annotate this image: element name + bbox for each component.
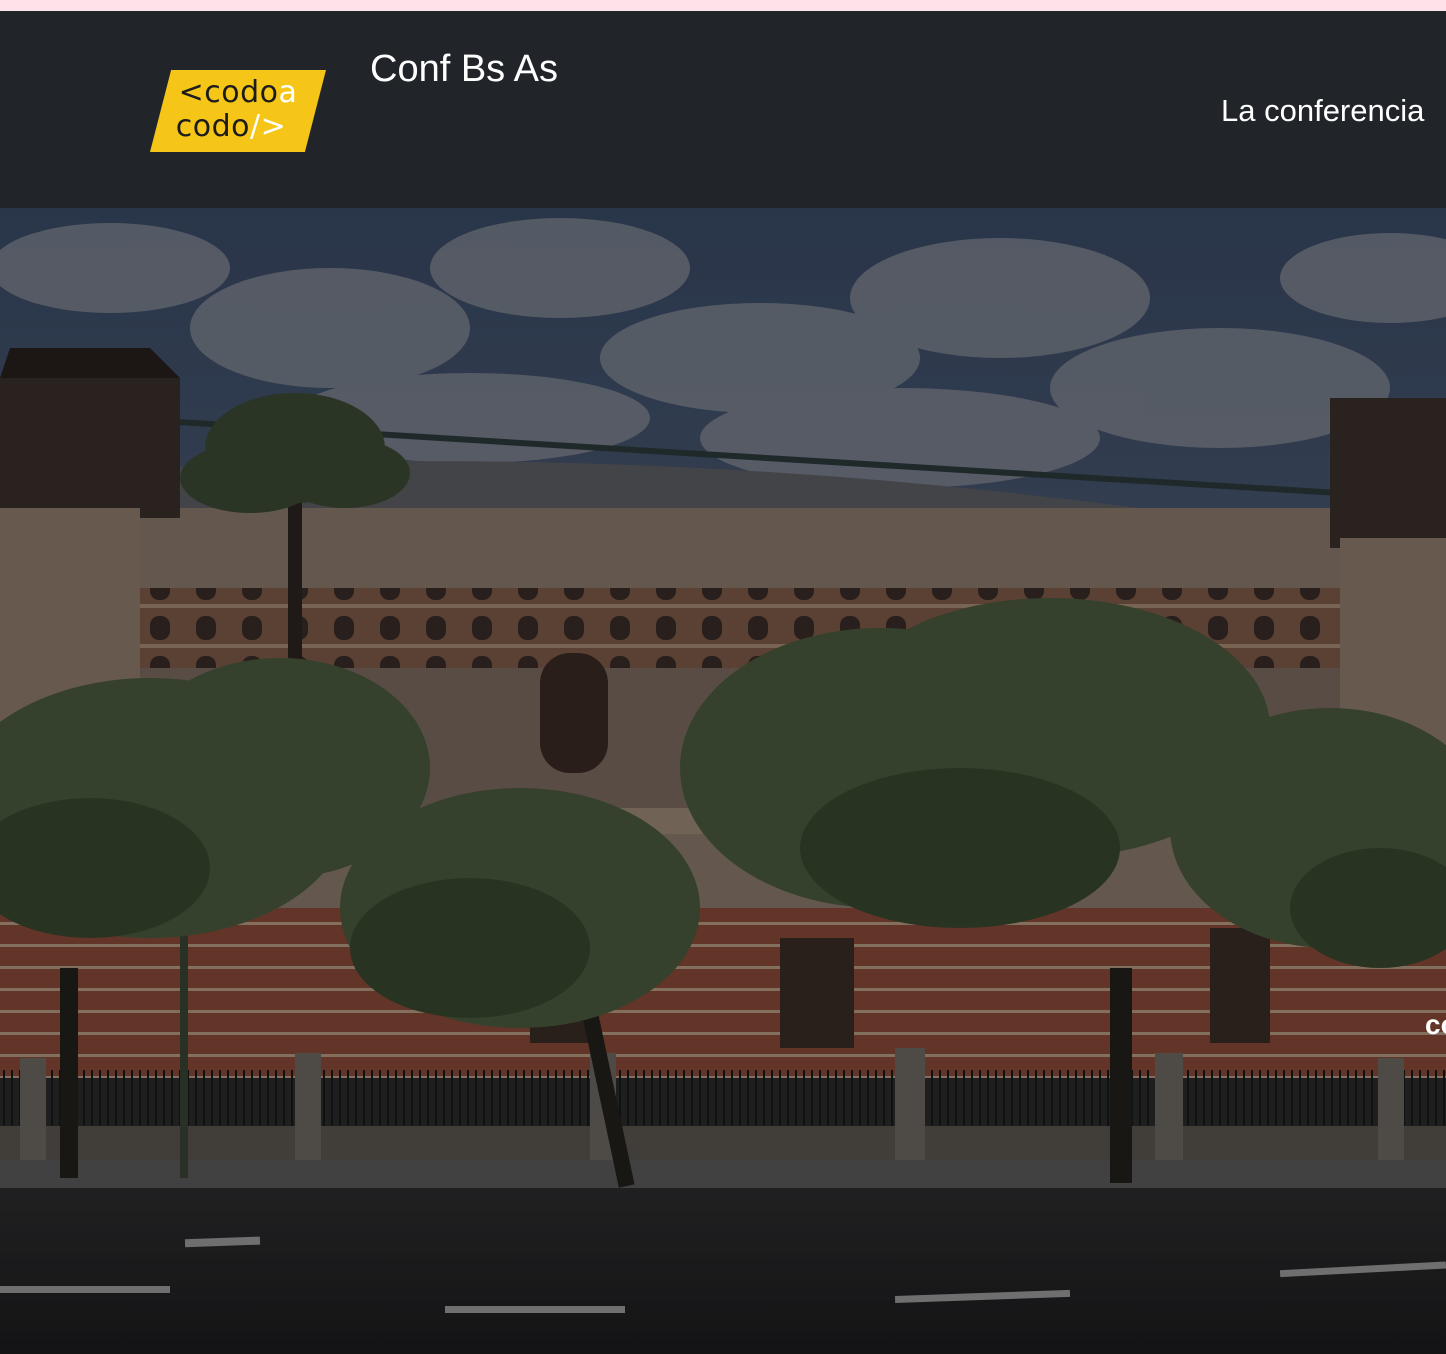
- logo-line-2: codo/>: [175, 109, 287, 144]
- navbar: <codoa codo/> Conf Bs As La conferencia: [0, 11, 1446, 208]
- page-top-strip: [0, 0, 1446, 11]
- brand-logo[interactable]: <codoa codo/>: [150, 70, 326, 152]
- nav-link-la-conferencia[interactable]: La conferencia: [1221, 93, 1424, 129]
- hero-overlay-text: co: [1425, 1009, 1446, 1040]
- hero-background-image: [0, 208, 1446, 1354]
- hero-section: co: [0, 208, 1446, 1354]
- logo-line-1: <codoa: [178, 75, 298, 110]
- brand-title[interactable]: Conf Bs As: [370, 47, 558, 91]
